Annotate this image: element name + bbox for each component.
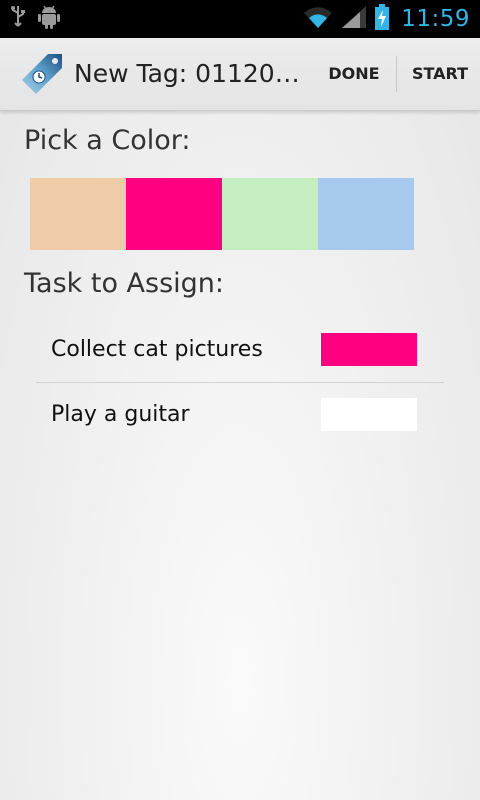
battery-charging-icon bbox=[375, 4, 390, 34]
color-swatch-pink[interactable] bbox=[126, 178, 222, 250]
android-debug-icon bbox=[38, 4, 60, 34]
task-label: Play a guitar bbox=[51, 402, 190, 427]
usb-icon bbox=[10, 5, 26, 33]
task-row[interactable]: Play a guitar bbox=[36, 383, 444, 447]
signal-icon bbox=[341, 5, 367, 33]
pick-color-heading: Pick a Color: bbox=[24, 125, 191, 156]
wifi-icon bbox=[303, 5, 333, 33]
color-swatch-mint[interactable] bbox=[222, 178, 318, 250]
action-bar: New Tag: 01120… DONE START bbox=[0, 38, 480, 111]
action-bar-divider bbox=[396, 56, 397, 92]
color-swatch-row bbox=[30, 178, 414, 250]
done-button[interactable]: DONE bbox=[318, 38, 390, 110]
task-color-swatch[interactable] bbox=[321, 398, 417, 431]
color-swatch-blue[interactable] bbox=[318, 178, 414, 250]
color-swatch-peach[interactable] bbox=[30, 178, 126, 250]
tag-clock-icon[interactable] bbox=[18, 50, 66, 98]
task-assign-heading: Task to Assign: bbox=[24, 268, 224, 299]
status-left bbox=[10, 0, 60, 38]
page-title: New Tag: 01120… bbox=[74, 59, 300, 88]
task-color-swatch[interactable] bbox=[321, 333, 417, 366]
task-row[interactable]: Collect cat pictures bbox=[36, 318, 444, 383]
start-button[interactable]: START bbox=[403, 38, 477, 110]
task-label: Collect cat pictures bbox=[51, 337, 263, 362]
status-bar: 11:59 bbox=[0, 0, 480, 38]
status-right: 11:59 bbox=[303, 0, 470, 38]
status-clock: 11:59 bbox=[401, 6, 470, 32]
